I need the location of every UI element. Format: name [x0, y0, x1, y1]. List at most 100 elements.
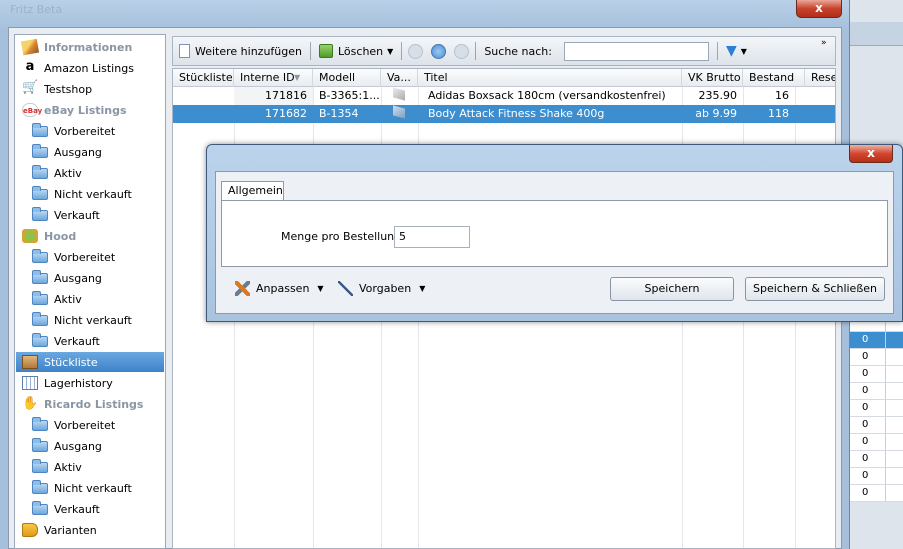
filter-icon: ▼ [726, 43, 737, 59]
window-title: Fritz Beta [10, 3, 63, 16]
list-item[interactable]: 0 [850, 332, 903, 349]
list-item[interactable]: 0 [850, 383, 903, 400]
sidebar-item-ricardo-nicht-verkauft[interactable]: Nicht verkauft [16, 478, 164, 498]
list-item[interactable]: 0 [850, 400, 903, 417]
back-icon[interactable] [408, 43, 424, 59]
sidebar-header-ebay-listings[interactable]: eBay eBay Listings [16, 100, 164, 120]
folder-icon [32, 122, 48, 137]
variant-flag-icon [381, 87, 418, 105]
chevron-down-icon[interactable]: ▼ [387, 47, 393, 56]
table-row[interactable]: 171816 B-3365:1... Adidas Boxsack 180cm … [173, 87, 835, 105]
forward-icon[interactable] [454, 43, 470, 59]
column-header-vk-brutto[interactable]: VK Brutto [682, 69, 743, 87]
folder-icon [32, 185, 48, 200]
sidebar-item-amazon-listings[interactable]: a Amazon Listings [16, 58, 164, 78]
save-button[interactable]: Speichern [610, 277, 734, 301]
sidebar-item-ricardo-vorbereitet[interactable]: Vorbereitet [16, 415, 164, 435]
list-item[interactable]: 0 [850, 451, 903, 468]
folder-icon [32, 437, 48, 452]
sidebar-header-ricardo-listings[interactable]: ✋ Ricardo Listings [16, 394, 164, 414]
sidebar-item-ebay-ausgang[interactable]: Ausgang [16, 142, 164, 162]
sidebar-item-ricardo-verkauft[interactable]: Verkauft [16, 499, 164, 519]
sidebar-item-hood-nicht-verkauft[interactable]: Nicht verkauft [16, 310, 164, 330]
tab-allgemein[interactable]: Allgemein [221, 181, 284, 200]
add-more-button[interactable]: Weitere hinzufügen [173, 40, 308, 62]
dialog-close-button[interactable]: x [849, 145, 893, 163]
sidebar-item-ebay-verkauft[interactable]: Verkauft [16, 205, 164, 225]
delete-button[interactable]: Löschen ▼ [313, 40, 399, 62]
save-and-close-button[interactable]: Speichern & Schließen [745, 277, 885, 301]
list-item[interactable]: 0 [850, 434, 903, 451]
sidebar-item-ebay-vorbereitet[interactable]: Vorbereitet [16, 121, 164, 141]
table-row[interactable]: 171682 B-1354 Body Attack Fitness Shake … [173, 105, 835, 123]
column-header-titel[interactable]: Titel [418, 69, 682, 87]
column-header-interne-id[interactable]: Interne ID ▼ [234, 69, 313, 87]
folder-icon [32, 206, 48, 221]
sidebar-item-ebay-nicht-verkauft[interactable]: Nicht verkauft [16, 184, 164, 204]
background-grid-column: 0 0 0 0 0 0 0 0 0 0 [850, 316, 903, 502]
defaults-button[interactable]: Vorgaben ▼ [338, 281, 425, 296]
hood-icon [22, 229, 38, 243]
list-item[interactable]: 0 [850, 417, 903, 434]
sidebar-item-hood-ausgang[interactable]: Ausgang [16, 268, 164, 288]
folder-icon [32, 269, 48, 284]
amazon-icon: a [25, 59, 35, 74]
window-close-button[interactable]: x [796, 0, 842, 18]
pencil-icon [20, 38, 40, 56]
chevron-down-icon: ▼ [419, 284, 426, 293]
search-input[interactable] [564, 41, 709, 61]
list-item[interactable]: 0 [850, 366, 903, 383]
chevron-down-icon: ▼ [740, 46, 747, 56]
sidebar-item-hood-aktiv[interactable]: Aktiv [16, 289, 164, 309]
column-header-reserviert[interactable]: Rese [805, 69, 835, 87]
folder-icon [32, 500, 48, 515]
variant-flag-icon [381, 105, 418, 123]
sidebar-item-lagerhistory[interactable]: Lagerhistory [16, 373, 164, 393]
refresh-icon[interactable] [431, 43, 447, 59]
folder-icon [32, 416, 48, 431]
table-icon [22, 376, 38, 390]
delete-icon [319, 44, 333, 58]
folder-icon [32, 311, 48, 326]
folder-icon [32, 332, 48, 347]
ebay-icon: eBay [22, 103, 42, 117]
tag-icon [22, 523, 38, 537]
filter-button[interactable]: ▼ ▼ [720, 40, 753, 62]
folder-icon [32, 479, 48, 494]
toolbar-separator [475, 42, 477, 60]
tab-content: Menge pro Bestellung 5 [221, 200, 888, 267]
sort-desc-icon: ▼ [294, 73, 301, 82]
overflow-icon[interactable]: » [821, 38, 827, 48]
sidebar-item-varianten[interactable]: Varianten [16, 520, 164, 540]
customize-button[interactable]: Anpassen ▼ [235, 281, 324, 296]
list-item[interactable]: 0 [850, 468, 903, 485]
list-item[interactable]: 0 [850, 349, 903, 366]
column-header-bestand[interactable]: Bestand [743, 69, 805, 87]
sidebar-item-stueckliste[interactable]: Stückliste [16, 352, 164, 372]
document-icon [179, 44, 190, 58]
folder-icon [32, 458, 48, 473]
quantity-label: Menge pro Bestellung [281, 230, 402, 243]
chevron-down-icon: ▼ [317, 284, 324, 293]
column-header-variante[interactable]: Va... [381, 69, 418, 87]
grid-header: Stückliste Interne ID ▼ Modell Va... Tite… [173, 69, 835, 87]
folder-icon [32, 143, 48, 158]
list-item[interactable]: 0 [850, 485, 903, 502]
sidebar-item-ricardo-aktiv[interactable]: Aktiv [16, 457, 164, 477]
sidebar: Informationen a Amazon Listings 🛒 Testsh… [14, 34, 166, 549]
main-toolbar: Weitere hinzufügen Löschen ▼ Suche nach:… [172, 36, 836, 66]
sidebar-header-hood[interactable]: Hood [16, 226, 164, 246]
quantity-per-order-input[interactable]: 5 [394, 226, 470, 248]
sidebar-header-informationen[interactable]: Informationen [16, 37, 164, 57]
sidebar-item-hood-vorbereitet[interactable]: Vorbereitet [16, 247, 164, 267]
column-header-modell[interactable]: Modell [313, 69, 381, 87]
folder-icon [32, 248, 48, 263]
column-header-stueckliste[interactable]: Stückliste [173, 69, 234, 87]
sidebar-item-ebay-aktiv[interactable]: Aktiv [16, 163, 164, 183]
sidebar-item-ricardo-ausgang[interactable]: Ausgang [16, 436, 164, 456]
sidebar-item-testshop[interactable]: 🛒 Testshop [16, 79, 164, 99]
box-icon [22, 355, 38, 369]
folder-icon [32, 164, 48, 179]
toolbar-separator [401, 42, 403, 60]
sidebar-item-hood-verkauft[interactable]: Verkauft [16, 331, 164, 351]
